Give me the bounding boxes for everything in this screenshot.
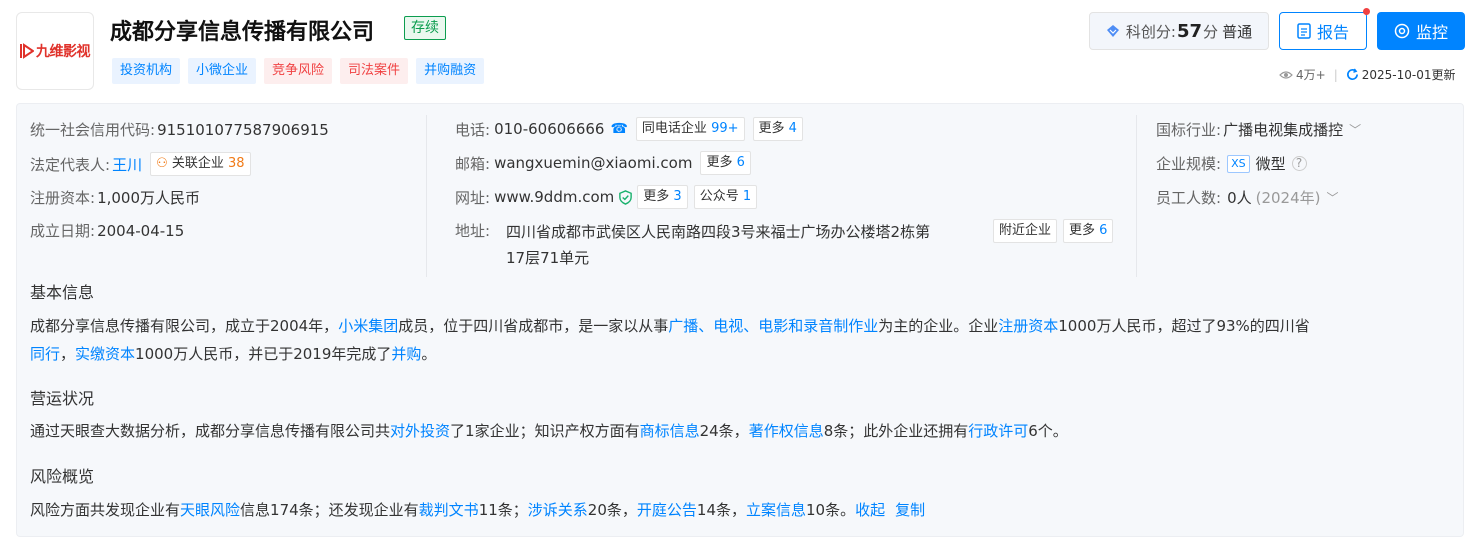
address-text[interactable]: 四川省成都市武侯区人民南路四段3号来福士广场办公楼塔2栋第 17层71单元 (506, 219, 930, 271)
operation-text: 通过天眼查大数据分析，成都分享信息传播有限公司共对外投资了1家企业；知识产权方面… (30, 422, 1068, 440)
basic-info-text: 成都分享信息传播有限公司，成立于2004年，小米集团成员，位于四川省成都市，是一… (30, 317, 1310, 363)
industry-link[interactable]: 广播、电视、电影和录音制作业 (668, 317, 878, 335)
chevron-down-icon[interactable]: ﹀ (1327, 189, 1339, 206)
innovation-score[interactable]: 科创分: 57 分 普通 (1089, 12, 1269, 50)
basic-info-title: 基本信息 (30, 283, 95, 302)
score-label: 科创分: (1125, 22, 1176, 41)
scale-badge: XS (1227, 154, 1250, 173)
email-address[interactable]: wangxuemin@xiaomi.com (494, 154, 692, 172)
tag-competition-risk[interactable]: 竞争风险 (264, 58, 333, 84)
monitor-button[interactable]: 监控 (1377, 12, 1465, 50)
related-companies-chip[interactable]: ⚇ 关联企业 38 (150, 152, 251, 176)
email-more-chip[interactable]: 更多 6 (700, 151, 751, 175)
capital-row: 注册资本: 1,000万人民币 (30, 189, 201, 207)
license-link[interactable]: 行政许可 (968, 422, 1028, 440)
relation-icon: ⚇ (156, 156, 168, 171)
founded-row: 成立日期: 2004-04-15 (30, 221, 185, 241)
address-more-chip[interactable]: 更多 6 (1063, 219, 1114, 243)
website-more-chip[interactable]: 更多 3 (637, 185, 688, 209)
view-count: 4万+ (1296, 68, 1326, 82)
update-date: 2025-10-01更新 (1361, 68, 1456, 82)
report-button[interactable]: 报告 (1279, 12, 1367, 50)
legal-rep-link[interactable]: 王川 (112, 154, 142, 175)
verified-shield-icon (619, 189, 633, 205)
column-divider (1136, 115, 1137, 277)
refresh-icon[interactable] (1346, 68, 1359, 81)
same-phone-chip[interactable]: 同电话企业 99+ (635, 117, 745, 141)
score-unit: 分 (1203, 22, 1219, 41)
diamond-icon (1106, 25, 1119, 37)
phone-icon[interactable]: ☎ (610, 121, 627, 137)
tag-small-business[interactable]: 小微企业 (188, 58, 257, 84)
chevron-down-icon[interactable]: ﹀ (1349, 121, 1361, 138)
collapse-link[interactable]: 收起 (855, 501, 885, 519)
eye-icon (1394, 23, 1410, 39)
operation-title: 营运状况 (30, 389, 95, 408)
staff-row: 员工人数: 0人 (2024年) ﹀ (1156, 189, 1339, 207)
xiaomi-group-link[interactable]: 小米集团 (338, 317, 398, 335)
credit-code-row: 统一社会信用代码: 915101077587906915 (30, 120, 329, 140)
tag-investor[interactable]: 投资机构 (112, 58, 181, 84)
help-icon[interactable]: ? (1291, 156, 1307, 171)
document-icon (1297, 23, 1311, 39)
address-row: 地址: (455, 222, 491, 240)
company-logo: 九维影视 (16, 12, 94, 90)
tag-judicial-cases[interactable]: 司法案件 (340, 58, 409, 84)
view-count-icon (1279, 70, 1293, 79)
report-label: 报告 (1316, 23, 1349, 42)
industry-value[interactable]: 广播电视集成播控 (1223, 119, 1343, 140)
investment-link[interactable]: 对外投资 (390, 422, 450, 440)
merger-link[interactable]: 并购 (391, 345, 421, 363)
address-chips: 附近企业 更多 6 (985, 219, 1114, 243)
trademark-link[interactable]: 商标信息 (640, 422, 700, 440)
scale-row: 企业规模: XS 微型 ? (1156, 153, 1307, 174)
filing-link[interactable]: 立案信息 (746, 501, 806, 519)
copyright-link[interactable]: 著作权信息 (749, 422, 824, 440)
risk-text: 风险方面共发现企业有天眼风险信息174条；还发现企业有裁判文书11条；涉诉关系2… (30, 501, 926, 519)
wechat-chip[interactable]: 公众号 1 (693, 185, 758, 209)
website-row: 网址: www.9ddm.com 更多 3 公众号 1 (455, 185, 758, 209)
peers-link[interactable]: 同行 (30, 345, 60, 363)
industry-row: 国标行业: 广播电视集成播控 ﹀ (1156, 119, 1362, 140)
phone-number[interactable]: 010-60606666 (494, 120, 604, 138)
play-icon (20, 43, 34, 59)
email-row: 邮箱: wangxuemin@xiaomi.com 更多 6 (455, 151, 751, 175)
score-level: 普通 (1222, 22, 1253, 41)
phone-row: 电话: 010-60606666 ☎ 同电话企业 99+ 更多 4 (455, 117, 803, 141)
notification-dot (1363, 8, 1370, 15)
monitor-label: 监控 (1415, 23, 1448, 42)
score-value: 57 (1176, 20, 1203, 42)
logo-wordmark: 九维影视 (20, 41, 91, 61)
company-name: 成都分享信息传播有限公司 (110, 20, 375, 45)
tianyan-risk-link[interactable]: 天眼风险 (180, 501, 240, 519)
column-divider (426, 115, 427, 277)
registered-capital-link[interactable]: 注册资本 (998, 317, 1058, 335)
tag-list: 投资机构 小微企业 竞争风险 司法案件 并购融资 (112, 58, 485, 84)
credit-code[interactable]: 915101077587906915 (157, 121, 329, 139)
litigation-link[interactable]: 涉诉关系 (528, 501, 588, 519)
risk-title: 风险概览 (30, 467, 95, 486)
status-badge: 存续 (404, 16, 446, 40)
website-link[interactable]: www.9ddm.com (494, 188, 614, 206)
tag-mna[interactable]: 并购融资 (416, 58, 485, 84)
phone-more-chip[interactable]: 更多 4 (752, 117, 803, 141)
paid-capital-link[interactable]: 实缴资本 (75, 345, 135, 363)
nearby-companies-chip[interactable]: 附近企业 (993, 219, 1058, 243)
page-meta: 4万+ | 2025-10-01更新 (1279, 66, 1456, 83)
copy-link[interactable]: 复制 (895, 501, 925, 519)
court-notice-link[interactable]: 开庭公告 (637, 501, 697, 519)
judgment-link[interactable]: 裁判文书 (419, 501, 479, 519)
legal-rep-row: 法定代表人: 王川 ⚇ 关联企业 38 (30, 152, 251, 176)
